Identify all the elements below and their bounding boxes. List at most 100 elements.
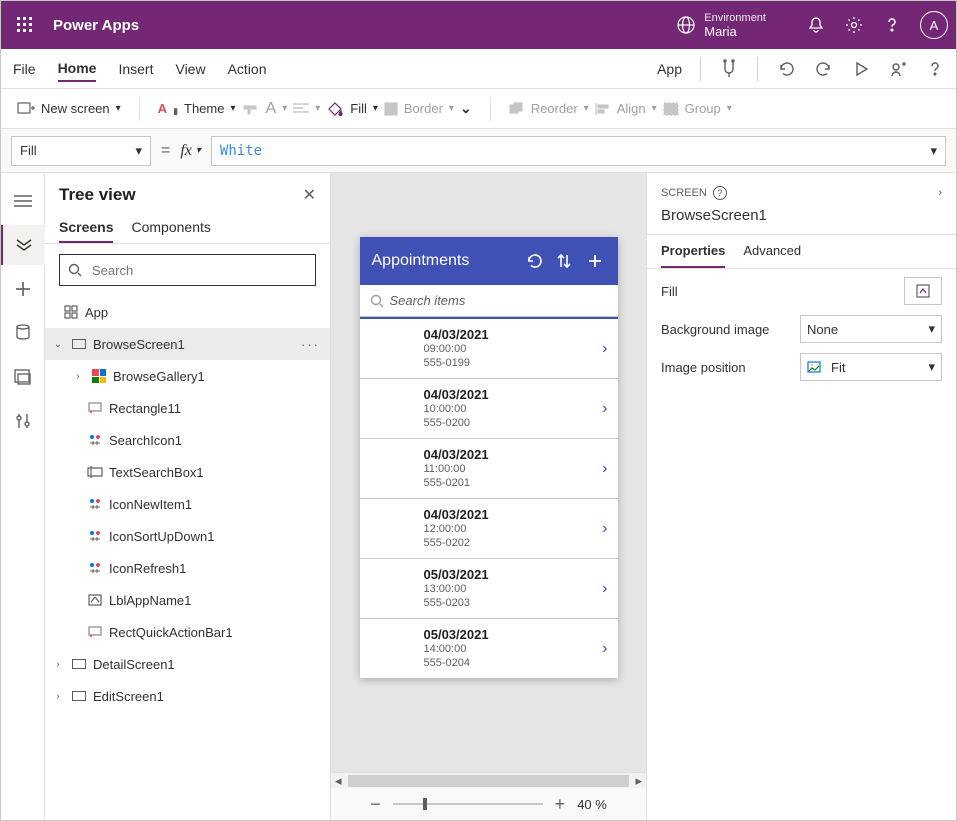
tree-node-rectquickactionbar1[interactable]: RectQuickActionBar1 — [45, 616, 330, 648]
tree-node-app[interactable]: App — [45, 296, 330, 328]
tree-node-iconrefresh1[interactable]: IconRefresh1 — [45, 552, 330, 584]
list-item[interactable]: 04/03/202110:00:00555-0200› — [360, 379, 618, 439]
fill-color-picker[interactable] — [904, 277, 942, 305]
preview-search-box[interactable]: Search items — [360, 285, 618, 317]
zoom-slider[interactable] — [393, 803, 543, 805]
rail-hamburger-icon[interactable] — [1, 181, 45, 221]
notifications-icon[interactable] — [806, 15, 826, 35]
chevron-right-icon[interactable]: › — [602, 340, 607, 358]
tree-node-searchicon1[interactable]: SearchIcon1 — [45, 424, 330, 456]
text-input-icon — [87, 464, 103, 480]
expander-icon[interactable]: › — [51, 659, 65, 670]
zoom-bar: − + 40 % — [331, 788, 646, 820]
info-icon[interactable]: ? — [713, 186, 727, 200]
tree-node-iconnewitem1[interactable]: IconNewItem1 — [45, 488, 330, 520]
reorder-button: Reorder▾ — [509, 101, 589, 116]
formula-input[interactable]: White ▾ — [211, 136, 946, 166]
fill-button[interactable]: Fill ▾ — [326, 101, 378, 117]
zoom-in-button[interactable]: + — [555, 794, 566, 815]
chevron-right-icon[interactable]: › — [602, 640, 607, 658]
environment-picker[interactable]: Environment Maria — [676, 11, 766, 39]
new-screen-button[interactable]: New screen ▾ — [17, 101, 121, 116]
user-avatar[interactable]: A — [920, 11, 948, 39]
tab-properties[interactable]: Properties — [661, 235, 725, 268]
more-options-icon[interactable]: ··· — [301, 337, 320, 352]
icon-control-icon — [87, 432, 103, 448]
preview-sort-icon[interactable] — [556, 252, 576, 270]
canvas-stage[interactable]: Appointments Search items 04/03/202109:0… — [331, 173, 646, 772]
tree-node-iconsortupdown1[interactable]: IconSortUpDown1 — [45, 520, 330, 552]
zoom-out-button[interactable]: − — [370, 794, 381, 815]
chevron-right-icon[interactable]: › — [602, 460, 607, 478]
menu-home[interactable]: Home — [58, 56, 97, 82]
help-icon[interactable] — [882, 15, 902, 35]
redo-icon[interactable] — [814, 59, 834, 79]
imagepos-dropdown[interactable]: Fit ▾ — [800, 353, 942, 381]
menu-view[interactable]: View — [175, 57, 205, 81]
list-item[interactable]: 05/03/202114:00:00555-0204› — [360, 619, 618, 678]
ribbon-overflow-button[interactable]: ⌄ — [460, 100, 472, 117]
new-screen-icon — [17, 102, 35, 116]
tree-search-field[interactable] — [90, 262, 307, 279]
main-area: Tree view ✕ Screens Components App ⌄ Bro… — [1, 173, 956, 820]
prop-imagepos-label: Image position — [661, 360, 746, 375]
tab-screens[interactable]: Screens — [59, 213, 113, 243]
tree-node-textsearchbox1[interactable]: TextSearchBox1 — [45, 456, 330, 488]
group-label: Group — [685, 101, 721, 116]
menu-insert[interactable]: Insert — [118, 57, 153, 81]
expand-panel-icon[interactable]: › — [938, 187, 942, 199]
menu-action[interactable]: Action — [228, 57, 267, 81]
expander-icon[interactable]: ⌄ — [51, 339, 65, 350]
menu-file[interactable]: File — [13, 57, 36, 81]
tab-components[interactable]: Components — [131, 213, 210, 243]
app-launcher-icon[interactable] — [9, 9, 41, 41]
search-icon — [68, 263, 82, 277]
chevron-down-icon[interactable]: ▾ — [930, 143, 937, 159]
tree-node-editscreen1[interactable]: › EditScreen1 — [45, 680, 330, 712]
tree-node-rectangle11[interactable]: Rectangle11 — [45, 392, 330, 424]
preview-play-icon[interactable] — [852, 60, 870, 78]
menubar-help-icon[interactable] — [926, 60, 944, 78]
app-checker-icon[interactable] — [719, 59, 739, 79]
rail-insert-icon[interactable] — [1, 269, 45, 309]
expander-icon[interactable]: › — [51, 691, 65, 702]
preview-refresh-icon[interactable] — [526, 252, 546, 270]
theme-button[interactable]: A▮ Theme ▾ — [158, 101, 236, 116]
list-item[interactable]: 04/03/202112:00:00555-0202› — [360, 499, 618, 559]
undo-icon[interactable] — [776, 59, 796, 79]
share-icon[interactable] — [888, 59, 908, 79]
tree-node-browsescreen1[interactable]: ⌄ BrowseScreen1 ··· — [45, 328, 330, 360]
rail-tree-view-icon[interactable] — [1, 225, 45, 265]
expander-icon[interactable]: › — [71, 371, 85, 382]
menu-app[interactable]: App — [657, 57, 682, 81]
tab-advanced[interactable]: Advanced — [743, 235, 801, 268]
tree-node-detailscreen1[interactable]: › DetailScreen1 — [45, 648, 330, 680]
property-dropdown[interactable]: Fill ▾ — [11, 136, 151, 166]
rail-advanced-tools-icon[interactable] — [1, 401, 45, 441]
equals-sign: = — [161, 142, 170, 160]
theme-icon: A — [158, 101, 167, 116]
preview-header: Appointments — [360, 237, 618, 285]
rail-data-icon[interactable] — [1, 313, 45, 353]
settings-gear-icon[interactable] — [844, 15, 864, 35]
bgimage-dropdown[interactable]: None ▾ — [800, 315, 942, 343]
list-item[interactable]: 04/03/202111:00:00555-0201› — [360, 439, 618, 499]
tree-node-lblappname1[interactable]: LblAppName1 — [45, 584, 330, 616]
screen-icon — [71, 656, 87, 672]
formula-bar: Fill ▾ = fx▾ White ▾ — [1, 129, 956, 173]
property-dropdown-value: Fill — [20, 143, 37, 158]
tree-search-input[interactable] — [59, 254, 316, 286]
chevron-down-icon: ▾ — [373, 103, 378, 114]
preview-add-icon[interactable] — [586, 252, 606, 270]
close-tree-icon[interactable]: ✕ — [303, 185, 316, 205]
chevron-right-icon[interactable]: › — [602, 400, 607, 418]
chevron-right-icon[interactable]: › — [602, 580, 607, 598]
group-button: Group▾ — [663, 101, 732, 116]
chevron-right-icon[interactable]: › — [602, 520, 607, 538]
rail-media-icon[interactable] — [1, 357, 45, 397]
fx-button[interactable]: fx▾ — [180, 142, 201, 160]
canvas-horizontal-scrollbar[interactable]: ◂ ▸ — [331, 772, 646, 788]
tree-node-browsegallery1[interactable]: › BrowseGallery1 — [45, 360, 330, 392]
list-item[interactable]: 05/03/202113:00:00555-0203› — [360, 559, 618, 619]
list-item[interactable]: 04/03/202109:00:00555-0199› — [360, 319, 618, 379]
